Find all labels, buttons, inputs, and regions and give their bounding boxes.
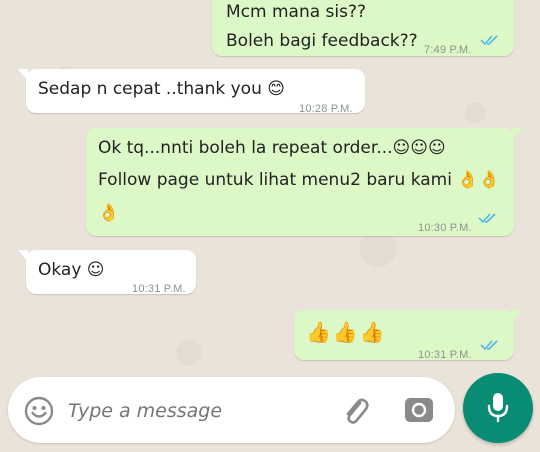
message-line: 👌 <box>98 203 120 223</box>
message-bubble-outgoing[interactable]: 👍👍👍 10:31 P.M. <box>294 310 522 361</box>
bubble-tail <box>18 69 28 81</box>
message-composer <box>8 377 455 443</box>
message-timestamp: 10:31 P.M. <box>418 349 472 361</box>
message-timestamp: 10:30 P.M. <box>418 222 472 234</box>
message-timestamp: 7:49 P.M. <box>424 44 472 56</box>
message-line: Follow page untuk lihat menu2 baru kami … <box>98 170 500 190</box>
message-line: 👍👍👍 <box>306 320 387 344</box>
message-bubble-incoming[interactable]: Okay ☺ 10:31 P.M. <box>18 250 196 295</box>
message-line: Ok tq...nnti boleh la repeat order...☺☺☺ <box>98 138 446 158</box>
double-check-read-icon <box>480 35 498 46</box>
paperclip-icon[interactable] <box>338 393 372 427</box>
message-line: Mcm mana sis?? <box>226 2 367 22</box>
camera-icon[interactable] <box>404 397 434 423</box>
bubble-tail <box>512 128 522 140</box>
message-timestamp: 10:31 P.M. <box>132 283 186 295</box>
smiley-icon[interactable] <box>24 396 54 426</box>
message-line: Sedap n cepat ..thank you 😊 <box>38 79 285 99</box>
message-bubble-outgoing[interactable]: Ok tq...nnti boleh la repeat order...☺☺☺… <box>86 128 522 236</box>
message-line: Boleh bagi feedback?? <box>226 31 418 51</box>
bubble-tail <box>18 250 28 262</box>
double-check-read-icon <box>480 340 498 351</box>
message-line: Okay ☺ <box>38 260 105 280</box>
message-bubble-incoming[interactable]: Sedap n cepat ..thank you 😊 10:28 P.M. <box>18 69 365 115</box>
double-check-read-icon <box>478 213 496 224</box>
voice-record-button[interactable] <box>463 373 533 443</box>
message-timestamp: 10:28 P.M. <box>299 103 353 115</box>
microphone-icon <box>487 393 509 422</box>
message-bubble-outgoing[interactable]: Mcm mana sis?? Boleh bagi feedback?? 7:4… <box>212 0 514 56</box>
message-input[interactable] <box>66 393 320 429</box>
bubble-tail <box>512 310 522 322</box>
